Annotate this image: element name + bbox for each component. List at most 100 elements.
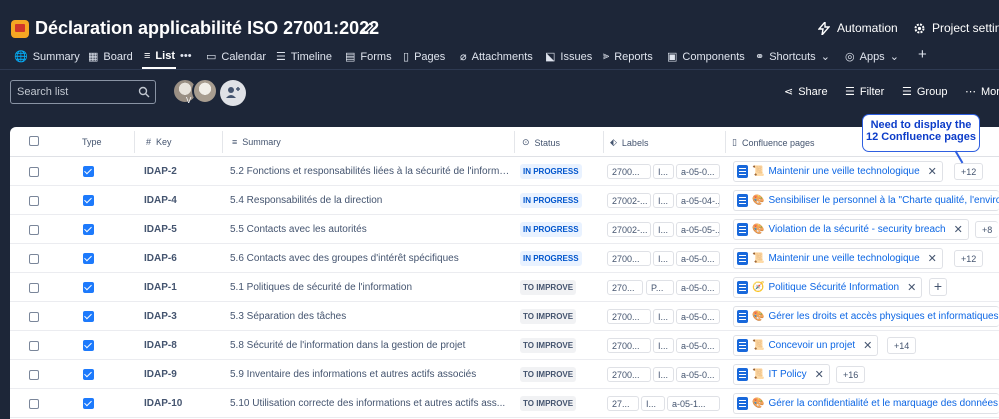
label-chip[interactable]: a-05-04-... [676, 193, 720, 208]
label-chip[interactable]: a-05-0... [676, 309, 720, 324]
add-tab-button[interactable]: + [918, 46, 927, 63]
status-badge[interactable]: TO IMPROVE [520, 396, 577, 411]
remove-page-icon[interactable]: ✕ [928, 252, 937, 265]
status-badge[interactable]: TO IMPROVE [520, 367, 577, 382]
issue-key[interactable]: IDAP-2 [144, 166, 177, 177]
confluence-page-chip[interactable]: 📜 Concevoir un projet ✕ [733, 335, 879, 356]
add-page-button[interactable]: + [929, 278, 947, 296]
more-pages-badge[interactable]: +8 [975, 221, 999, 238]
label-chip[interactable]: I... [653, 367, 674, 382]
more-pages-badge[interactable]: +12 [954, 250, 984, 267]
table-row[interactable]: IDAP-4 5.4 Responsabilités de la directi… [10, 186, 999, 215]
tab-apps[interactable]: ◎ Apps ⌄ [845, 50, 899, 64]
confluence-page-chip[interactable]: 🎨 Violation de la sécurité - security bre… [733, 219, 969, 240]
row-checkbox[interactable] [29, 254, 39, 264]
label-chip[interactable]: 2700... [607, 164, 651, 179]
label-chip[interactable]: 2700... [607, 367, 651, 382]
issue-key[interactable]: IDAP-9 [144, 369, 177, 380]
label-chip[interactable]: a-05-05-... [676, 222, 720, 237]
label-chip[interactable]: a-05-0... [676, 280, 720, 295]
status-badge[interactable]: TO IMPROVE [520, 280, 577, 295]
tab-more[interactable]: ••• [180, 50, 192, 62]
confluence-page-chip[interactable]: 🎨 Gérer les droits et accès physiques et … [733, 306, 999, 327]
remove-page-icon[interactable]: ✕ [907, 281, 916, 294]
issue-summary[interactable]: 5.8 Sécurité de l'information dans la ge… [230, 340, 510, 351]
table-row[interactable]: IDAP-1 5.1 Politiques de sécurité de l'i… [10, 273, 999, 302]
table-row[interactable]: IDAP-8 5.8 Sécurité de l'information dan… [10, 331, 999, 360]
column-divider[interactable] [222, 131, 223, 153]
label-chip[interactable]: I... [653, 251, 674, 266]
more-button[interactable]: ⋯ Mor [965, 85, 999, 99]
select-all-checkbox[interactable] [29, 136, 39, 146]
row-checkbox[interactable] [29, 341, 39, 351]
column-divider[interactable] [603, 131, 604, 153]
confluence-page-chip[interactable]: 🧭 Politique Sécurité Information ✕ [733, 277, 923, 298]
issue-summary[interactable]: 5.10 Utilisation correcte des informatio… [230, 398, 510, 409]
issue-key[interactable]: IDAP-6 [144, 253, 177, 264]
tab-pages[interactable]: ▯ Pages [403, 50, 445, 64]
issue-summary[interactable]: 5.3 Séparation des tâches [230, 311, 510, 322]
issue-key[interactable]: IDAP-8 [144, 340, 177, 351]
issue-key[interactable]: IDAP-10 [144, 398, 182, 409]
table-row[interactable]: IDAP-6 5.6 Contacts avec des groupes d'i… [10, 244, 999, 273]
issue-summary[interactable]: 5.6 Contacts avec des groupes d'intérêt … [230, 253, 510, 264]
confluence-page-chip[interactable]: 🎨 Sensibiliser le personnel à la "Charte … [733, 190, 999, 211]
table-row[interactable]: IDAP-10 5.10 Utilisation correcte des in… [10, 389, 999, 418]
label-chip[interactable]: I... [653, 193, 674, 208]
column-divider[interactable] [725, 131, 726, 153]
column-key[interactable]: # Key [146, 137, 172, 147]
label-chip[interactable]: 27002-... [607, 222, 651, 237]
add-people-button[interactable] [220, 80, 246, 106]
column-status[interactable]: ⊙ Status [522, 137, 560, 148]
tab-reports[interactable]: ⫸ Reports [603, 50, 653, 63]
label-chip[interactable]: I... [653, 164, 674, 179]
tab-attachments[interactable]: ⌀ Attachments [460, 50, 533, 64]
tab-issues[interactable]: ⬕ Issues [545, 50, 592, 64]
avatar[interactable] [192, 78, 218, 104]
issue-key[interactable]: IDAP-5 [144, 224, 177, 235]
tab-forms[interactable]: ▤ Forms [345, 50, 392, 64]
confluence-page-chip[interactable]: 📜 Maintenir une veille technologique ✕ [733, 161, 943, 182]
label-chip[interactable]: a-05-0... [676, 338, 720, 353]
more-pages-badge[interactable]: +14 [887, 337, 917, 354]
table-row[interactable]: IDAP-5 5.5 Contacts avec les autorités I… [10, 215, 999, 244]
automation-button[interactable]: Automation [818, 21, 898, 35]
issue-key[interactable]: IDAP-4 [144, 195, 177, 206]
filter-button[interactable]: ☰ Filter [845, 85, 884, 99]
search-input[interactable]: Search list [10, 80, 156, 104]
tab-board[interactable]: ▦ Board [88, 50, 133, 64]
confluence-page-chip[interactable]: 🎨 Gérer la confidentialité et le marquage… [733, 393, 999, 414]
edit-icon[interactable] [361, 21, 375, 35]
tab-shortcuts[interactable]: ⚭ Shortcuts ⌄ [755, 50, 830, 64]
table-row[interactable]: IDAP-2 5.2 Fonctions et responsabilités … [10, 157, 999, 186]
status-badge[interactable]: IN PROGRESS [520, 222, 582, 237]
label-chip[interactable]: 27... [607, 396, 639, 411]
column-confluence[interactable]: ▯ Confluence pages [732, 137, 815, 148]
remove-page-icon[interactable]: ✕ [815, 368, 824, 381]
remove-page-icon[interactable]: ✕ [863, 339, 872, 352]
label-chip[interactable]: 270... [607, 280, 643, 295]
more-pages-badge[interactable]: +12 [954, 163, 984, 180]
label-chip[interactable]: 2700... [607, 309, 651, 324]
label-chip[interactable]: I... [641, 396, 665, 411]
remove-page-icon[interactable]: ✕ [928, 165, 937, 178]
row-checkbox[interactable] [29, 283, 39, 293]
label-chip[interactable]: I... [653, 338, 674, 353]
issue-summary[interactable]: 5.4 Responsabilités de la direction [230, 195, 510, 206]
issue-summary[interactable]: 5.9 Inventaire des informations et autre… [230, 369, 510, 380]
label-chip[interactable]: I... [653, 309, 674, 324]
issue-summary[interactable]: 5.2 Fonctions et responsabilités liées à… [230, 166, 510, 177]
issue-key[interactable]: IDAP-1 [144, 282, 177, 293]
issue-summary[interactable]: 5.1 Politiques de sécurité de l'informat… [230, 282, 510, 293]
status-badge[interactable]: IN PROGRESS [520, 251, 582, 266]
column-divider[interactable] [514, 131, 515, 153]
more-pages-badge[interactable]: +16 [836, 366, 866, 383]
label-chip[interactable]: a-05-0... [676, 367, 720, 382]
label-chip[interactable]: a-05-0... [676, 164, 720, 179]
table-row[interactable]: IDAP-9 5.9 Inventaire des informations e… [10, 360, 999, 389]
status-badge[interactable]: IN PROGRESS [520, 193, 582, 208]
tab-list[interactable]: ≡ List [144, 50, 175, 62]
issue-summary[interactable]: 5.5 Contacts avec les autorités [230, 224, 510, 235]
row-checkbox[interactable] [29, 399, 39, 409]
group-button[interactable]: ☰ Group [902, 85, 947, 99]
